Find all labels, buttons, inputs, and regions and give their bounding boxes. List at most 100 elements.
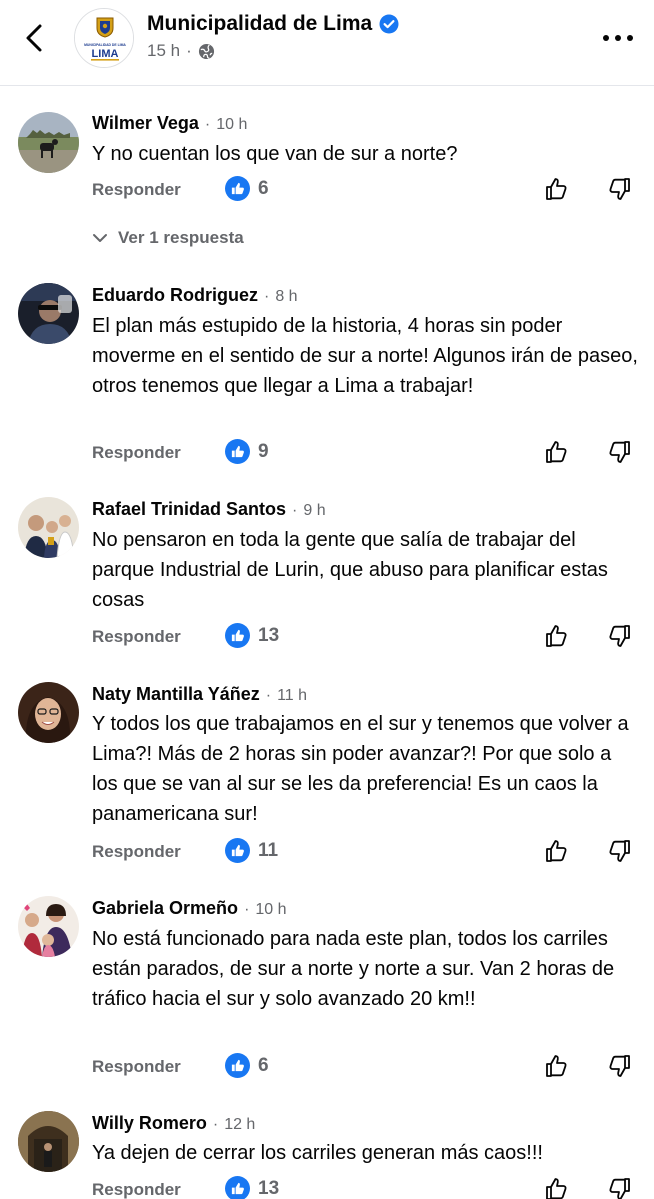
comment-actions: Responder 9 <box>92 439 637 469</box>
like-reaction-icon <box>225 623 250 648</box>
lima-logo: MUNICIPALIDAD DE LIMA LIMA <box>75 9 133 67</box>
like-count: 13 <box>258 624 280 646</box>
like-summary[interactable]: 11 <box>225 838 278 863</box>
comment-time[interactable]: 8 h <box>275 288 297 306</box>
page-name-row: Municipalidad de Lima <box>147 12 399 36</box>
comment-header: Wilmer Vega · 10 h <box>92 113 247 134</box>
comment-text: No pensaron en toda la gente que salía d… <box>92 529 608 611</box>
separator: · <box>212 1116 219 1133</box>
thumbs-up-icon[interactable] <box>544 1176 570 1199</box>
reply-button[interactable]: Responder <box>92 842 181 862</box>
thumbs-down-icon[interactable] <box>606 1176 632 1199</box>
comment-header: Eduardo Rodriguez · 8 h <box>92 285 298 306</box>
avatar[interactable] <box>18 112 79 173</box>
comment-text: El plan más estupido de la historia, 4 h… <box>92 315 638 397</box>
like-count: 13 <box>258 1177 280 1199</box>
separator: · <box>204 116 211 133</box>
like-reaction-icon <box>225 838 250 863</box>
like-summary[interactable]: 13 <box>225 1176 279 1199</box>
comment-actions: Responder 11 <box>92 838 637 868</box>
chevron-left-icon <box>26 24 42 52</box>
comment-actions: Responder 13 <box>92 1176 637 1199</box>
meta-separator: · <box>186 41 192 60</box>
comment-author[interactable]: Willy Romero <box>92 1113 207 1134</box>
separator: · <box>264 288 270 305</box>
comment-text: Y no cuentan los que van de sur a norte? <box>92 143 458 165</box>
avatar[interactable] <box>18 896 79 957</box>
more-options-button[interactable] <box>600 28 636 48</box>
like-summary[interactable]: 6 <box>225 176 269 201</box>
page-name[interactable]: Municipalidad de Lima <box>147 12 372 36</box>
like-count: 6 <box>258 177 269 199</box>
thumbs-up-icon[interactable] <box>544 838 570 864</box>
avatar[interactable] <box>18 497 79 558</box>
avatar-photo <box>18 682 79 743</box>
thumbs-up-icon[interactable] <box>544 623 570 649</box>
like-count: 6 <box>258 1054 269 1076</box>
comment-text: Y todos los que trabajamos en el sur y t… <box>92 713 629 825</box>
thumbs-down-icon[interactable] <box>606 623 632 649</box>
view-replies-label: Ver 1 respuesta <box>118 228 244 247</box>
avatar-photo <box>18 497 79 558</box>
comment-header: Naty Mantilla Yáñez · 11 h <box>92 684 307 705</box>
comment-actions: Responder 13 <box>92 623 637 653</box>
reply-button[interactable]: Responder <box>92 1057 181 1077</box>
thumbs-down-icon[interactable] <box>606 439 632 465</box>
comment-time[interactable]: 11 h <box>277 687 307 705</box>
avatar-photo <box>18 283 79 344</box>
comment-actions: Responder 6 <box>92 1053 637 1083</box>
separator: · <box>292 502 298 519</box>
back-button[interactable] <box>18 20 54 56</box>
reply-button[interactable]: Responder <box>92 443 181 463</box>
thumbs-up-icon[interactable] <box>544 176 570 202</box>
thumbs-down-icon[interactable] <box>606 1053 632 1079</box>
like-reaction-icon <box>225 1176 250 1199</box>
avatar-photo <box>18 112 79 173</box>
comment-time[interactable]: 10 h <box>255 901 286 919</box>
view-replies-link[interactable]: Ver 1 respuesta <box>92 228 244 248</box>
comment-actions: Responder 6 <box>92 176 637 206</box>
comment-author[interactable]: Wilmer Vega <box>92 113 199 134</box>
comment-author[interactable]: Rafael Trinidad Santos <box>92 499 286 520</box>
logo-main-text: LIMA <box>92 48 119 60</box>
avatar[interactable] <box>18 682 79 743</box>
like-summary[interactable]: 13 <box>225 623 279 648</box>
reply-button[interactable]: Responder <box>92 627 181 647</box>
post-meta: 15 h · <box>147 41 215 61</box>
comment-header: Rafael Trinidad Santos · 9 h <box>92 499 326 520</box>
comment-author[interactable]: Eduardo Rodriguez <box>92 285 258 306</box>
thumbs-up-icon[interactable] <box>544 1053 570 1079</box>
comment-time[interactable]: 12 h <box>224 1116 255 1134</box>
verified-badge-icon <box>379 14 399 34</box>
thumbs-up-icon[interactable] <box>544 439 570 465</box>
comment-header: Gabriela Ormeño · 10 h <box>92 898 287 919</box>
post-time[interactable]: 15 h <box>147 41 180 61</box>
avatar-photo <box>18 1111 79 1172</box>
like-count: 9 <box>258 440 269 462</box>
like-reaction-icon <box>225 176 250 201</box>
separator: · <box>265 687 272 704</box>
comment-time[interactable]: 10 h <box>216 116 247 134</box>
like-reaction-icon <box>225 1053 250 1078</box>
comment-text: No está funcionado para nada este plan, … <box>92 928 615 1010</box>
comment-header: Willy Romero · 12 h <box>92 1113 255 1134</box>
comment-author[interactable]: Gabriela Ormeño <box>92 898 238 919</box>
thumbs-down-icon[interactable] <box>606 838 632 864</box>
like-summary[interactable]: 6 <box>225 1053 269 1078</box>
comment-author[interactable]: Naty Mantilla Yáñez <box>92 684 260 705</box>
avatar[interactable] <box>18 283 79 344</box>
thumbs-down-icon[interactable] <box>606 176 632 202</box>
like-reaction-icon <box>225 439 250 464</box>
like-count: 11 <box>258 839 279 861</box>
page-avatar[interactable]: MUNICIPALIDAD DE LIMA LIMA <box>74 8 134 68</box>
post-header: MUNICIPALIDAD DE LIMA LIMA Municipalidad… <box>0 0 654 86</box>
reply-button[interactable]: Responder <box>92 1180 181 1199</box>
separator: · <box>244 901 250 918</box>
logo-top-text: MUNICIPALIDAD DE LIMA <box>84 43 126 47</box>
reply-button[interactable]: Responder <box>92 180 181 200</box>
globe-icon <box>198 43 214 59</box>
like-summary[interactable]: 9 <box>225 439 269 464</box>
comment-time[interactable]: 9 h <box>303 502 325 520</box>
comment-text: Ya dejen de cerrar los carriles generan … <box>92 1142 543 1164</box>
avatar[interactable] <box>18 1111 79 1172</box>
